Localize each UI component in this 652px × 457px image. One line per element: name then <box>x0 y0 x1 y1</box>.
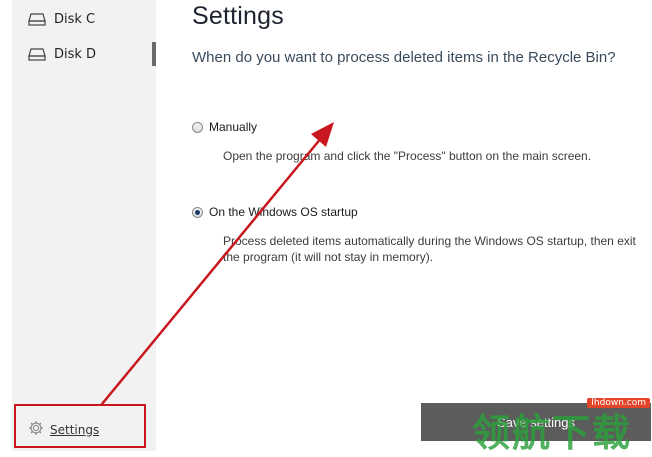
option-windows-startup[interactable]: On the Windows OS startup <box>192 205 358 219</box>
sidebar: Disk C Disk D <box>12 0 156 451</box>
drive-icon <box>28 47 46 61</box>
option-description: Process deleted items automatically duri… <box>223 234 636 264</box>
option-description: Open the program and click the "Process"… <box>223 149 592 163</box>
sidebar-item-disk-d[interactable]: Disk D <box>28 43 96 65</box>
radio-manually[interactable] <box>192 121 203 133</box>
drive-icon <box>28 12 46 26</box>
save-settings-button[interactable]: Save settings <box>421 403 651 441</box>
sidebar-item-label: Disk D <box>54 46 97 62</box>
active-indicator <box>152 42 156 66</box>
option-label: Manually <box>209 120 258 134</box>
radio-windows-startup[interactable] <box>192 206 203 218</box>
sidebar-item-disk-c[interactable]: Disk C <box>28 8 95 30</box>
settings-question: When do you want to process deleted item… <box>192 49 616 66</box>
option-manually[interactable]: Manually <box>192 120 257 134</box>
page-title: Settings <box>192 2 284 30</box>
sidebar-item-label: Disk C <box>54 11 96 27</box>
option-label: On the Windows OS startup <box>209 205 358 219</box>
annotation-highlight-box <box>14 404 146 448</box>
